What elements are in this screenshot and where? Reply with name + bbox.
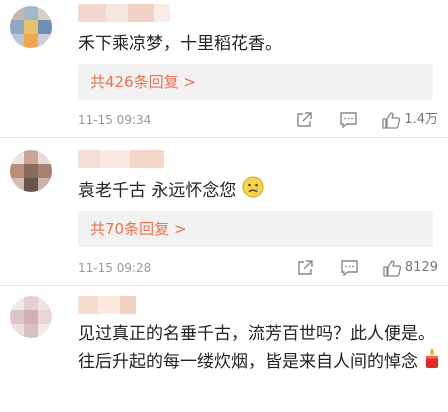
like-button[interactable]: 8129 [383, 258, 438, 278]
comment-text: 见过真正的名垂千古，流芳百世吗？此人便是。往后升起的每一缕炊烟，皆是来自人间的悼… [78, 322, 443, 377]
thumbs-up-icon [383, 260, 401, 277]
timestamp: 11-15 09:28 [78, 261, 152, 275]
username[interactable] [78, 4, 170, 22]
username[interactable] [78, 150, 164, 168]
candle-emoji [423, 347, 441, 377]
comment-text: 禾下乘凉梦，十里稻花香。 [78, 34, 282, 54]
like-button[interactable]: 1.4万 [382, 110, 438, 130]
timestamp: 11-15 09:34 [78, 113, 152, 127]
thumbs-up-icon [382, 112, 401, 129]
avatar[interactable] [10, 296, 52, 338]
share-icon[interactable] [295, 111, 313, 129]
comment-icon[interactable] [340, 259, 359, 277]
sad-face-emoji [242, 176, 264, 206]
view-replies-button[interactable]: 共70条回复 > [78, 211, 433, 247]
like-count: 1.4万 [404, 112, 438, 127]
divider [0, 285, 448, 286]
avatar[interactable] [10, 6, 52, 48]
comment-icon[interactable] [339, 111, 358, 129]
divider [0, 137, 448, 138]
share-icon[interactable] [296, 259, 314, 277]
like-count: 8129 [404, 260, 438, 275]
comment-meta: 11-15 09:28 8129 [78, 258, 438, 278]
view-replies-button[interactable]: 共426条回复 > [78, 64, 433, 100]
username[interactable] [78, 296, 136, 314]
avatar[interactable] [10, 150, 52, 192]
comment-text: 袁老千古 永远怀念您 [78, 176, 438, 206]
comment-meta: 11-15 09:34 1.4万 [78, 110, 438, 130]
